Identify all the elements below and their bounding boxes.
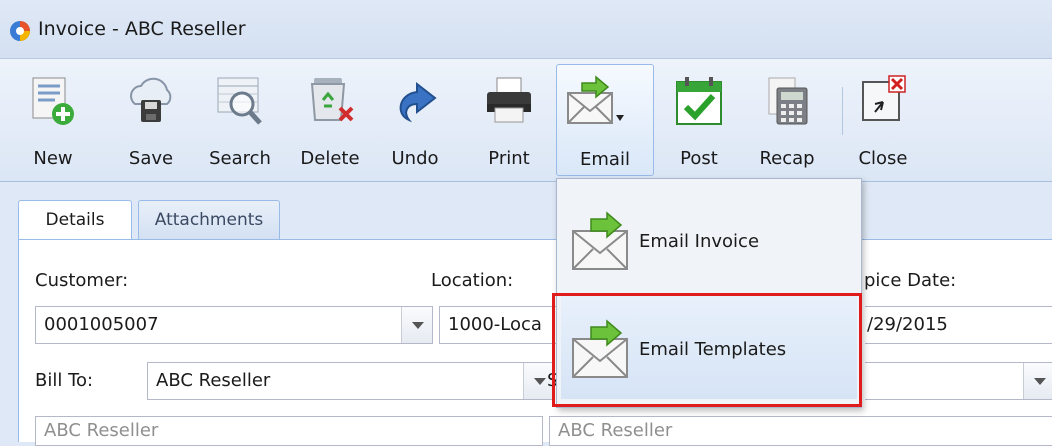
search-button[interactable]: Search xyxy=(204,64,276,176)
customer-dropdown-trigger[interactable] xyxy=(401,307,432,343)
ship-address-field[interactable]: ABC Reseller xyxy=(549,416,1052,446)
invoice-date-value: /29/2015 xyxy=(867,314,948,335)
calendar-check-icon xyxy=(676,77,722,125)
ship-to-dropdown-trigger[interactable] xyxy=(1023,363,1052,399)
close-label: Close xyxy=(858,148,908,169)
post-button[interactable]: Post xyxy=(668,64,730,176)
printer-icon xyxy=(487,77,531,123)
window-title: Invoice - ABC Reseller xyxy=(38,18,246,40)
email-icon xyxy=(572,319,628,378)
bill-address-field[interactable]: ABC Reseller xyxy=(35,416,543,446)
location-label: Location: xyxy=(431,270,514,291)
email-templates-menu-item[interactable]: Email Templates xyxy=(561,295,857,399)
search-icon xyxy=(217,77,262,125)
recycle-delete-icon xyxy=(310,78,354,122)
search-label: Search xyxy=(209,148,271,169)
save-button[interactable]: Save xyxy=(120,64,182,176)
print-label: Print xyxy=(488,148,530,169)
close-window-icon xyxy=(862,75,906,121)
ship-to-combobox[interactable] xyxy=(865,362,1052,400)
cloud-save-icon xyxy=(130,77,172,122)
tab-attachments[interactable]: Attachments xyxy=(138,200,280,240)
invoice-date-field[interactable]: /29/2015 xyxy=(865,306,1052,344)
email-icon xyxy=(572,211,628,270)
close-button[interactable]: Close xyxy=(852,64,914,176)
email-button[interactable]: Email xyxy=(556,64,654,176)
save-label: Save xyxy=(128,148,174,169)
bill-to-value: ABC Reseller xyxy=(156,370,271,391)
new-label: New xyxy=(33,148,73,169)
undo-icon xyxy=(399,81,437,123)
recap-button[interactable]: Recap xyxy=(756,64,818,176)
customer-label: Customer: xyxy=(35,270,129,291)
invoice-content: Details Attachments Customer: 0001005007… xyxy=(0,182,1052,446)
customer-combobox[interactable]: 0001005007 xyxy=(35,306,433,344)
ship-address-placeholder: ABC Reseller xyxy=(558,420,673,441)
email-label: Email xyxy=(580,149,630,170)
details-panel: Customer: 0001005007 Location: 1000-Loca… xyxy=(18,239,1052,446)
invoice-date-label: pice Date: xyxy=(864,270,957,291)
email-dropdown-menu: Email Invoice Email Templates xyxy=(556,178,862,408)
location-value: 1000-Loca xyxy=(448,314,542,335)
bill-to-label: Bill To: xyxy=(35,370,94,391)
toolbar: New Save Search Delete Undo Print Email … xyxy=(0,59,1052,182)
print-button[interactable]: Print xyxy=(478,64,540,176)
undo-label: Undo xyxy=(391,148,439,169)
bill-address-placeholder: ABC Reseller xyxy=(44,420,159,441)
bill-to-combobox[interactable]: ABC Reseller xyxy=(147,362,555,400)
delete-label: Delete xyxy=(300,148,360,169)
post-label: Post xyxy=(680,148,718,169)
email-templates-label: Email Templates xyxy=(639,339,787,360)
location-combobox[interactable]: 1000-Loca xyxy=(439,306,557,344)
email-invoice-label: Email Invoice xyxy=(639,231,760,252)
calculator-icon xyxy=(768,77,808,125)
email-icon xyxy=(567,75,624,124)
toolbar-separator xyxy=(842,87,843,135)
recap-label: Recap xyxy=(759,148,815,169)
new-document-icon xyxy=(32,77,74,125)
app-logo-icon xyxy=(10,21,30,41)
delete-button[interactable]: Delete xyxy=(294,64,366,176)
undo-button[interactable]: Undo xyxy=(384,64,446,176)
window-titlebar: Invoice - ABC Reseller xyxy=(0,0,1052,59)
new-button[interactable]: New xyxy=(22,64,84,176)
customer-value: 0001005007 xyxy=(44,314,159,335)
email-invoice-menu-item[interactable]: Email Invoice xyxy=(561,187,857,291)
tab-details[interactable]: Details xyxy=(18,200,132,241)
